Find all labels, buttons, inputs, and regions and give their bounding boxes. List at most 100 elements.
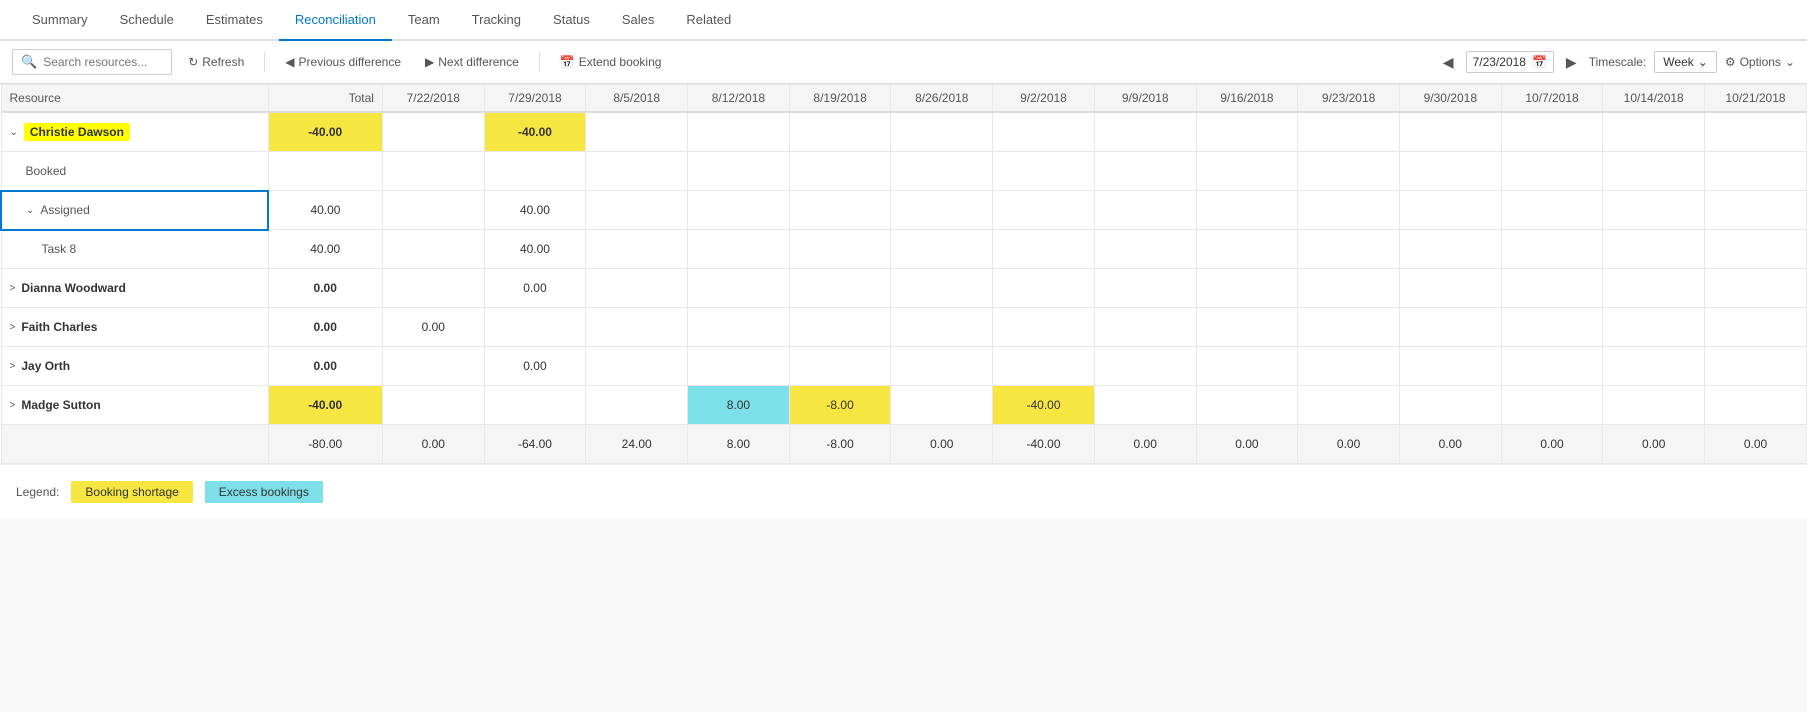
header-date-0: 7/22/2018: [382, 85, 484, 113]
header-date-13: 10/21/2018: [1705, 85, 1807, 113]
task8-label: Task 8: [42, 242, 77, 256]
nav-tabs: Summary Schedule Estimates Reconciliatio…: [0, 0, 1807, 41]
date-cell-christie-13: [1705, 112, 1807, 152]
tab-reconciliation[interactable]: Reconciliation: [279, 0, 392, 41]
table-row: > Faith Charles 0.00 0.00: [1, 308, 1807, 347]
expand-icon-madge[interactable]: >: [10, 400, 16, 411]
total-cell-dianna: 0.00: [268, 269, 382, 308]
date-value: 7/23/2018: [1473, 55, 1526, 69]
tab-status[interactable]: Status: [537, 0, 606, 41]
date-cell-christie-5: [891, 112, 993, 152]
expand-icon-dianna[interactable]: >: [10, 283, 16, 294]
legend-shortage: Booking shortage: [71, 481, 192, 503]
tab-team[interactable]: Team: [392, 0, 456, 41]
header-date-12: 10/14/2018: [1603, 85, 1705, 113]
total-cell-faith: 0.00: [268, 308, 382, 347]
header-date-5: 8/26/2018: [891, 85, 993, 113]
options-chevron-icon: ⌄: [1785, 55, 1795, 69]
date-cell-christie-8: [1196, 112, 1298, 152]
date-cell-christie-10: [1399, 112, 1501, 152]
header-date-7: 9/9/2018: [1094, 85, 1196, 113]
toolbar-separator-2: [539, 52, 540, 72]
next-difference-button[interactable]: ▶ Next difference: [417, 51, 527, 73]
jay-label: Jay Orth: [21, 359, 70, 373]
table-row: > Jay Orth 0.00 0.00: [1, 347, 1807, 386]
header-date-1: 7/29/2018: [484, 85, 586, 113]
total-cell-madge: -40.00: [268, 386, 382, 425]
date-cell-christie-11: [1501, 112, 1603, 152]
timescale-select[interactable]: Week ⌄: [1654, 51, 1717, 73]
madge-label: Madge Sutton: [21, 398, 100, 412]
calendar-icon-small: 📅: [1532, 55, 1547, 69]
header-date-4: 8/19/2018: [789, 85, 891, 113]
header-date-11: 10/7/2018: [1501, 85, 1603, 113]
refresh-button[interactable]: ↻ Refresh: [180, 51, 252, 73]
date-cell-christie-2: [586, 112, 688, 152]
date-cell-christie-7: [1094, 112, 1196, 152]
toolbar-right: ◀ 7/23/2018 📅 ▶ Timescale: Week ⌄ ⚙ Opti…: [1439, 51, 1795, 73]
header-resource: Resource: [1, 85, 268, 113]
tab-tracking[interactable]: Tracking: [456, 0, 537, 41]
tab-schedule[interactable]: Schedule: [104, 0, 190, 41]
header-date-9: 9/23/2018: [1298, 85, 1400, 113]
table-row: ⌄ Assigned 40.00 40.00: [1, 191, 1807, 230]
calendar-icon: 📅: [560, 55, 575, 69]
date-input-wrap[interactable]: 7/23/2018 📅: [1466, 51, 1554, 73]
search-box[interactable]: 🔍: [12, 49, 172, 75]
toolbar-separator-1: [264, 52, 265, 72]
total-cell-jay: 0.00: [268, 347, 382, 386]
legend-excess: Excess bookings: [205, 481, 323, 503]
date-prev-button[interactable]: ◀: [1439, 52, 1458, 73]
total-cell-christie: -40.00: [268, 112, 382, 152]
tab-related[interactable]: Related: [670, 0, 747, 41]
booked-label: Booked: [26, 164, 67, 178]
assigned-label: Assigned: [40, 203, 89, 217]
resource-cell-task8: Task 8: [1, 230, 268, 269]
search-input[interactable]: [43, 55, 163, 69]
legend-label: Legend:: [16, 485, 59, 499]
total-label-cell: [1, 425, 268, 464]
reconciliation-grid: Resource Total 7/22/2018 7/29/2018 8/5/2…: [0, 84, 1807, 464]
chevron-down-icon: ⌄: [1698, 55, 1708, 69]
date-cell-christie-4: [789, 112, 891, 152]
date-cell-christie-12: [1603, 112, 1705, 152]
next-arrow-icon: ▶: [425, 55, 434, 69]
tabs-container: Summary Schedule Estimates Reconciliatio…: [0, 0, 1807, 39]
expand-icon-christie[interactable]: ⌄: [10, 127, 18, 138]
expand-icon-faith[interactable]: >: [10, 322, 16, 333]
table-row: Task 8 40.00 40.00: [1, 230, 1807, 269]
table-row: > Madge Sutton -40.00 8.00 -8.00 -40.00: [1, 386, 1807, 425]
table-row: Booked: [1, 152, 1807, 191]
date-cell-christie-3: [688, 112, 790, 152]
gear-icon: ⚙: [1725, 55, 1736, 69]
date-cell-christie-6: [993, 112, 1095, 152]
header-date-2: 8/5/2018: [586, 85, 688, 113]
expand-icon-assigned[interactable]: ⌄: [26, 205, 34, 216]
tab-estimates[interactable]: Estimates: [190, 0, 279, 41]
header-date-3: 8/12/2018: [688, 85, 790, 113]
options-button[interactable]: ⚙ Options ⌄: [1725, 55, 1795, 69]
total-cell-booked: [268, 152, 382, 191]
resource-name-highlight: Christie Dawson: [24, 123, 130, 141]
resource-cell-jay: > Jay Orth: [1, 347, 268, 386]
legend: Legend: Booking shortage Excess bookings: [0, 464, 1807, 519]
total-row: -80.00 0.00 -64.00 24.00 8.00 -8.00 0.00…: [1, 425, 1807, 464]
tab-sales[interactable]: Sales: [606, 0, 671, 41]
total-cell-task8: 40.00: [268, 230, 382, 269]
grid-wrapper: Resource Total 7/22/2018 7/29/2018 8/5/2…: [0, 84, 1807, 464]
prev-difference-button[interactable]: ◀ Previous difference: [277, 51, 409, 73]
expand-icon-jay[interactable]: >: [10, 361, 16, 372]
total-cell-assigned: 40.00: [268, 191, 382, 230]
date-next-button[interactable]: ▶: [1562, 52, 1581, 73]
table-row: > Dianna Woodward 0.00 0.00: [1, 269, 1807, 308]
header-total: Total: [268, 85, 382, 113]
date-cell-christie-1: -40.00: [484, 112, 586, 152]
resource-cell-madge: > Madge Sutton: [1, 386, 268, 425]
grid-header-row: Resource Total 7/22/2018 7/29/2018 8/5/2…: [1, 85, 1807, 113]
tab-summary[interactable]: Summary: [16, 0, 104, 41]
header-date-10: 9/30/2018: [1399, 85, 1501, 113]
resource-cell-dianna: > Dianna Woodward: [1, 269, 268, 308]
extend-booking-button[interactable]: 📅 Extend booking: [552, 51, 670, 73]
toolbar: 🔍 ↻ Refresh ◀ Previous difference ▶ Next…: [0, 41, 1807, 84]
header-date-6: 9/2/2018: [993, 85, 1095, 113]
